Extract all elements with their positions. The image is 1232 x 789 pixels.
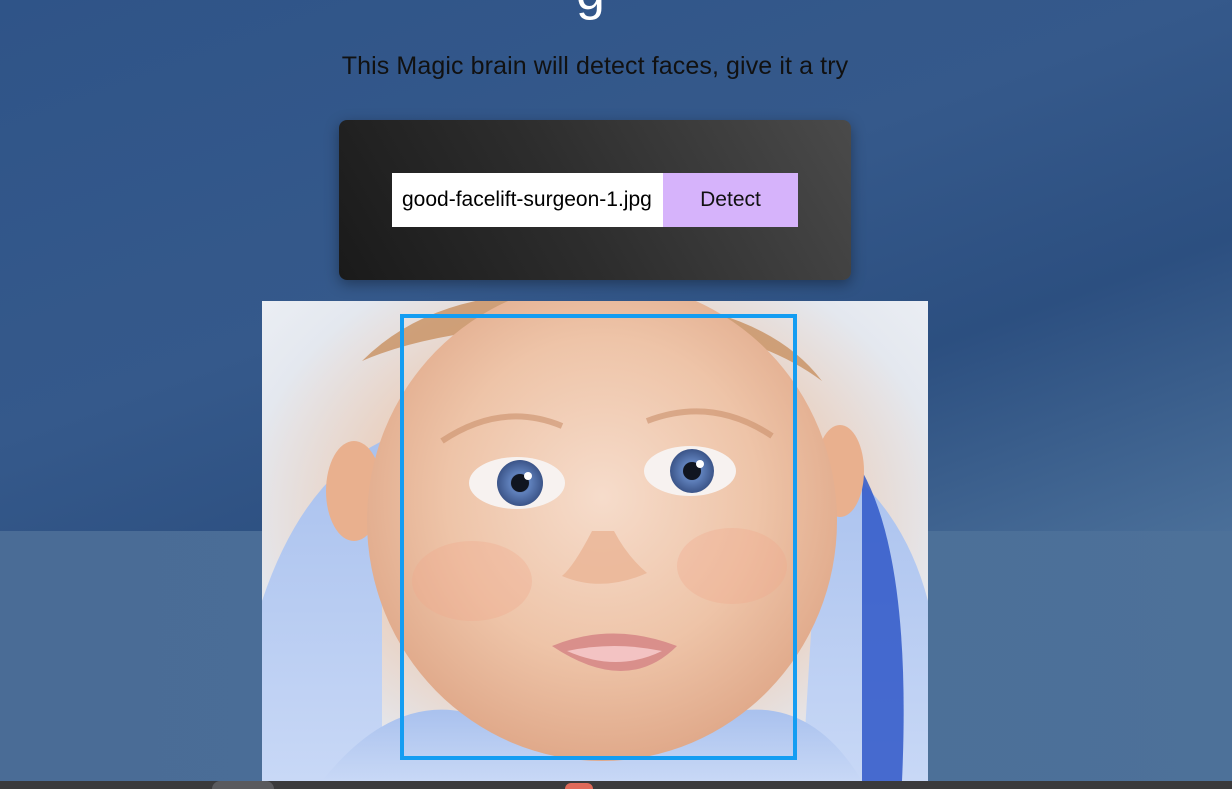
page-title: g bbox=[576, 0, 605, 22]
taskbar-badge[interactable] bbox=[565, 783, 593, 789]
image-url-input[interactable] bbox=[392, 173, 663, 227]
taskbar bbox=[0, 781, 1232, 789]
face-bounding-box bbox=[400, 314, 797, 760]
detect-button[interactable]: Detect bbox=[663, 173, 798, 227]
image-url-form: Detect bbox=[339, 120, 851, 280]
taskbar-item[interactable] bbox=[212, 781, 274, 789]
face-image bbox=[262, 301, 928, 781]
subtitle: This Magic brain will detect faces, give… bbox=[341, 52, 849, 80]
